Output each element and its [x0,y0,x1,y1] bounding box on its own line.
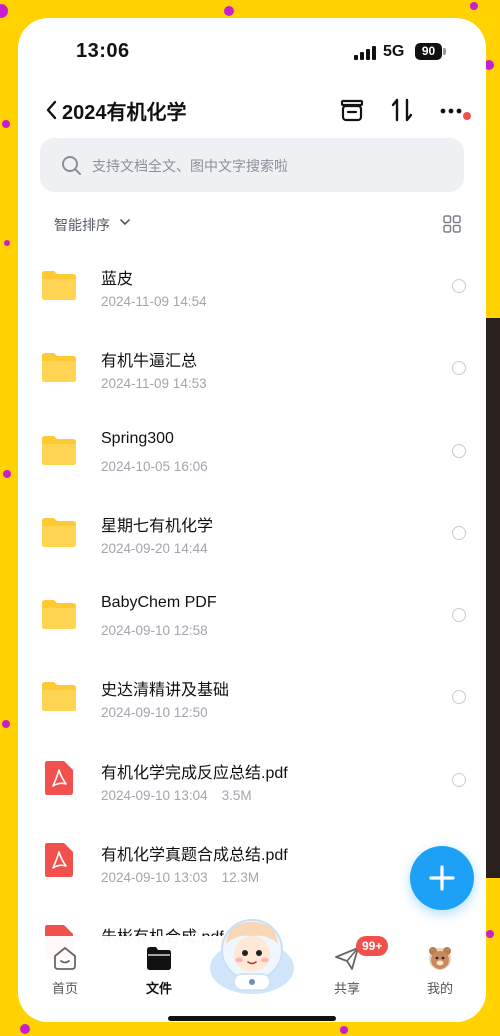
file-meta: 2024-11-09 14:53 [101,376,207,391]
select-radio[interactable] [452,443,466,458]
search-placeholder: 支持文档全文、图中文字搜索啦 [92,158,288,174]
file-name: 有机牛逼汇总 [101,353,198,371]
tab-home[interactable]: 首页 [30,940,100,1010]
page-title: 2024有机化学 [62,102,187,124]
notification-badge: 99+ [356,936,389,956]
pdf-file-icon [44,760,74,796]
list-item[interactable]: 有机牛逼汇总 2024-11-09 14:53 [18,336,486,418]
tab-profile[interactable]: 我的 [405,940,475,1010]
select-radio[interactable] [452,525,466,540]
grid-view-icon[interactable] [443,215,461,233]
tab-files[interactable]: 文件 [124,940,194,1010]
select-radio[interactable] [452,279,466,293]
file-meta: 2024-09-10 13:03 12.3M [101,870,259,885]
folder-icon [41,269,77,301]
file-meta: 2024-09-10 12:50 [101,705,208,720]
file-date: 2024-09-10 12:58 [101,623,208,639]
battery-tip [443,48,446,55]
add-button[interactable] [410,846,474,910]
archive-icon [340,99,364,122]
tab-label: 文件 [145,981,172,996]
file-date: 2024-09-10 12:50 [101,705,208,721]
phone-screen: 13:06 5G 90 2024有机化学 支持文档全文、图中文字搜索啦 智能排序… [18,18,486,1022]
file-size: 3.5M [221,787,252,803]
battery-icon: 90 [415,43,442,60]
file-date: 2024-09-10 13:04 [101,787,208,803]
back-button[interactable] [42,96,64,124]
more-dots-icon [440,108,462,114]
mascot-icon [210,919,294,994]
file-name: 史达清精讲及基础 [101,682,230,700]
list-item[interactable]: Spring300 2024-10-05 16:06 [18,419,486,501]
folder-icon [145,944,173,972]
file-name: 有机化学完成反应总结.pdf [101,764,288,782]
file-meta: 2024-11-09 14:54 [101,294,207,309]
file-meta: 2024-10-05 16:06 [101,459,208,474]
status-time: 13:06 [76,40,130,62]
pdf-file-icon [44,842,74,878]
search-icon [60,154,82,176]
file-date: 2024-09-20 14:44 [101,540,208,556]
file-meta: 2024-09-10 13:04 3.5M [101,788,252,803]
list-item[interactable]: 史达清精讲及基础 2024-09-10 12:50 [18,665,486,747]
list-item[interactable]: BabyChem PDF 2024-09-10 12:58 [18,583,486,665]
file-meta: 2024-09-20 14:44 [101,541,208,556]
file-size: 12.3M [221,870,260,886]
list-item[interactable]: 星期七有机化学 2024-09-20 14:44 [18,501,486,583]
sort-bar: 智能排序 [18,212,486,236]
select-radio[interactable] [452,772,466,787]
file-name: Spring300 [101,429,174,447]
file-date: 2024-11-09 14:53 [101,376,207,392]
select-radio[interactable] [452,608,466,623]
assistant-mascot-button[interactable] [208,912,296,996]
signal-icon [354,46,376,60]
status-bar: 13:06 5G 90 [18,18,486,78]
folder-icon [41,680,77,712]
folder-icon [41,516,77,548]
notification-dot [463,112,471,120]
home-indicator [168,1016,336,1021]
sort-dropdown[interactable]: 智能排序 [54,215,110,235]
file-name: 蓝皮 [101,271,134,288]
tab-label: 首页 [51,981,78,996]
home-icon [51,944,79,972]
file-name: 有机化学真题合成总结.pdf [101,847,288,865]
tab-label: 共享 [333,981,360,996]
list-item[interactable]: 蓝皮 2024-11-09 14:54 [18,254,486,336]
file-name: BabyChem PDF [101,594,217,612]
file-date: 2024-10-05 16:06 [101,458,208,474]
chevron-down-icon [118,215,132,229]
file-name: 星期七有机化学 [101,517,214,535]
file-meta: 2024-09-10 12:58 [101,623,208,638]
list-item[interactable]: 有机化学完成反应总结.pdf 2024-09-10 13:04 3.5M [18,748,486,830]
nav-bar: 2024有机化学 [18,88,486,132]
tab-label: 我的 [426,981,453,996]
folder-icon [41,351,77,383]
more-button[interactable] [436,94,468,126]
chevron-left-icon [46,100,57,120]
profile-avatar-icon [426,944,454,972]
folder-icon [41,434,77,466]
folder-icon [41,598,77,630]
select-radio[interactable] [452,690,466,705]
search-bar[interactable]: 支持文档全文、图中文字搜索啦 [40,138,464,192]
file-date: 2024-11-09 14:54 [101,294,207,309]
file-date: 2024-09-10 13:03 [101,870,208,886]
plus-icon [429,865,455,891]
sort-arrows-icon [391,98,413,122]
network-label: 5G [383,43,405,60]
archive-button[interactable] [336,94,368,126]
sort-button[interactable] [386,94,418,126]
select-radio[interactable] [452,361,466,376]
